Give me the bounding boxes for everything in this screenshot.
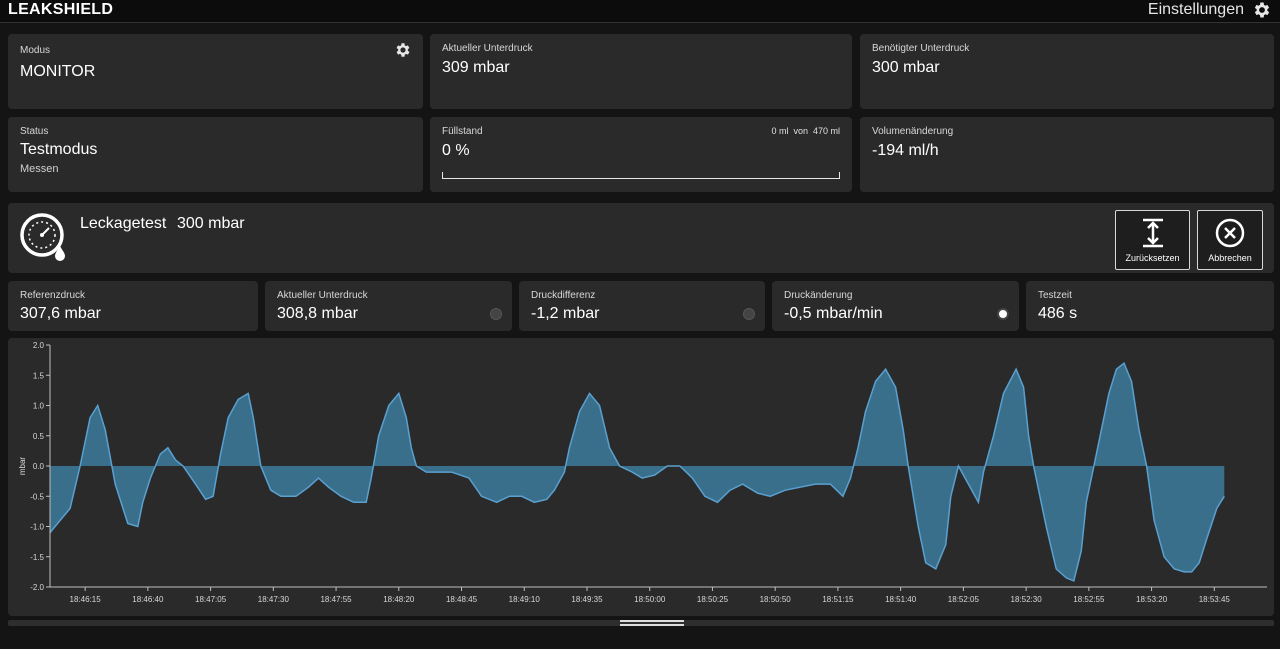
top-bar: LEAKSHIELD Einstellungen bbox=[0, 0, 1280, 23]
fuellstand-label: Füllstand bbox=[442, 126, 483, 137]
chart-x-tick-label: 18:51:40 bbox=[885, 595, 917, 604]
chart-y-tick-label: -1.0 bbox=[30, 523, 44, 532]
scrollbar-handle[interactable] bbox=[620, 620, 684, 626]
volumenaenderung-value: -194 ml/h bbox=[872, 142, 939, 159]
cancel-button[interactable]: Abbrechen bbox=[1197, 210, 1263, 270]
chart-x-tick-label: 18:47:55 bbox=[320, 595, 352, 604]
chart-x-tick-label: 18:51:15 bbox=[822, 595, 854, 604]
reset-icon bbox=[1142, 218, 1163, 248]
fuellstand-progress-bar bbox=[442, 172, 840, 179]
druckdifferenz-value: -1,2 mbar bbox=[531, 305, 600, 322]
chart-x-tick-label: 18:48:20 bbox=[383, 595, 415, 604]
testzeit-value: 486 s bbox=[1038, 305, 1078, 322]
card-aktueller-unterdruck: Aktueller Unterdruck 309 mbar bbox=[430, 34, 852, 109]
druckaenderung-indicator bbox=[997, 308, 1009, 320]
druckdifferenz-indicator bbox=[743, 308, 755, 320]
testzeit-label: Testzeit bbox=[1038, 290, 1072, 301]
benoetigter-unterdruck-value: 300 mbar bbox=[872, 59, 940, 76]
metric-aktueller-unterdruck-value: 308,8 mbar bbox=[277, 305, 358, 322]
chart-x-tick-label: 18:47:05 bbox=[195, 595, 227, 604]
status-sub: Messen bbox=[20, 163, 59, 175]
chart-y-tick-label: -1.5 bbox=[30, 553, 44, 562]
status-label: Status bbox=[20, 126, 49, 137]
chart-y-tick-label: 2.0 bbox=[33, 341, 45, 350]
druckaenderung-value: -0,5 mbar/min bbox=[784, 305, 883, 322]
card-volumenaenderung: Volumenänderung -194 ml/h bbox=[860, 117, 1274, 192]
chart-x-tick-label: 18:53:20 bbox=[1136, 595, 1168, 604]
chart-y-tick-label: 1.0 bbox=[33, 402, 45, 411]
fuellstand-value: 0 % bbox=[442, 142, 470, 159]
reset-button-label: Zurücksetzen bbox=[1125, 253, 1180, 263]
fuellstand-info: 0 ml von 470 ml bbox=[771, 126, 840, 136]
pressure-gauge-icon bbox=[20, 213, 65, 261]
druckdifferenz-label: Druckdifferenz bbox=[531, 290, 596, 301]
metric-testzeit: Testzeit 486 s bbox=[1026, 281, 1274, 331]
status-value: Testmodus bbox=[20, 141, 98, 158]
chart-y-tick-label: -2.0 bbox=[30, 583, 44, 592]
aktueller-unterdruck-indicator bbox=[490, 308, 502, 320]
chart-x-tick-label: 18:52:05 bbox=[948, 595, 980, 604]
metric-aktueller-unterdruck-label: Aktueller Unterdruck bbox=[277, 290, 368, 301]
chart-x-tick-label: 18:46:15 bbox=[70, 595, 102, 604]
chart-y-tick-label: -0.5 bbox=[30, 492, 44, 501]
chart-x-tick-label: 18:46:40 bbox=[132, 595, 164, 604]
chart-y-tick-label: 1.5 bbox=[33, 371, 45, 380]
modus-value: MONITOR bbox=[20, 63, 96, 80]
leak-test-value: 300 mbar bbox=[177, 215, 245, 232]
chart-x-tick-label: 18:50:00 bbox=[634, 595, 666, 604]
gear-icon bbox=[1254, 2, 1270, 18]
metric-druckaenderung: Druckänderung -0,5 mbar/min bbox=[772, 281, 1019, 331]
aktueller-unterdruck-value: 309 mbar bbox=[442, 59, 510, 76]
chart-y-tick-label: 0.5 bbox=[33, 432, 45, 441]
reset-button[interactable]: Zurücksetzen bbox=[1115, 210, 1190, 270]
chart-x-tick-label: 18:50:50 bbox=[760, 595, 792, 604]
chart-x-tick-label: 18:48:45 bbox=[446, 595, 478, 604]
card-modus: Modus MONITOR bbox=[8, 34, 423, 109]
chart-x-tick-label: 18:49:10 bbox=[509, 595, 541, 604]
benoetigter-unterdruck-label: Benötigter Unterdruck bbox=[872, 43, 970, 54]
settings-label: Einstellungen bbox=[1147, 1, 1244, 18]
close-circle-icon bbox=[1215, 218, 1245, 248]
chart-x-tick-label: 18:52:55 bbox=[1073, 595, 1105, 604]
chart-x-tick-label: 18:53:45 bbox=[1199, 595, 1231, 604]
referenzdruck-value: 307,6 mbar bbox=[20, 305, 101, 322]
fuellstand-current: 0 ml bbox=[771, 126, 789, 136]
chart-x-tick-label: 18:50:25 bbox=[697, 595, 729, 604]
fuellstand-max: 470 ml bbox=[812, 126, 840, 136]
metric-druckdifferenz: Druckdifferenz -1,2 mbar bbox=[519, 281, 765, 331]
metric-aktueller-unterdruck: Aktueller Unterdruck 308,8 mbar bbox=[265, 281, 512, 331]
card-benoetigter-unterdruck: Benötigter Unterdruck 300 mbar bbox=[860, 34, 1274, 109]
pressure-chart: 2.0 1.5 1.0 0.5 0.0 -0.5 -1.0 -1.5 -2.0 mbar 18:46… bbox=[18, 341, 1267, 604]
leak-test-panel: Leckagetest 300 mbar Zurücksetzen Abbrec… bbox=[8, 203, 1274, 273]
chart-y-tick-label: 0.0 bbox=[33, 462, 45, 471]
fuellstand-of: von bbox=[793, 126, 808, 136]
settings-link[interactable]: Einstellungen bbox=[1148, 0, 1272, 20]
pressure-chart-panel: 2.0 1.5 1.0 0.5 0.0 -0.5 -1.0 -1.5 -2.0 mbar 18:46… bbox=[8, 338, 1274, 616]
referenzdruck-label: Referenzdruck bbox=[20, 290, 86, 301]
aktueller-unterdruck-label: Aktueller Unterdruck bbox=[442, 43, 533, 54]
volumenaenderung-label: Volumenänderung bbox=[872, 126, 954, 137]
metric-referenzdruck: Referenzdruck 307,6 mbar bbox=[8, 281, 258, 331]
druckaenderung-label: Druckänderung bbox=[784, 290, 853, 301]
card-fuellstand: Füllstand 0 % 0 ml von 470 ml bbox=[430, 117, 852, 192]
modus-label: Modus bbox=[20, 45, 51, 56]
chart-x-tick-label: 18:52:30 bbox=[1011, 595, 1043, 604]
chart-area-fill bbox=[50, 363, 1225, 581]
chart-y-axis-label: mbar bbox=[18, 457, 27, 476]
leak-test-title: Leckagetest bbox=[80, 215, 167, 232]
mode-settings-gear-icon[interactable] bbox=[394, 41, 412, 59]
chart-scrollbar[interactable] bbox=[8, 620, 1274, 626]
cancel-button-label: Abbrechen bbox=[1208, 253, 1252, 263]
brand-title: LEAKSHIELD bbox=[8, 1, 114, 18]
card-status: Status Testmodus Messen bbox=[8, 117, 423, 192]
chart-x-tick-label: 18:47:30 bbox=[258, 595, 290, 604]
chart-x-tick-label: 18:49:35 bbox=[571, 595, 603, 604]
